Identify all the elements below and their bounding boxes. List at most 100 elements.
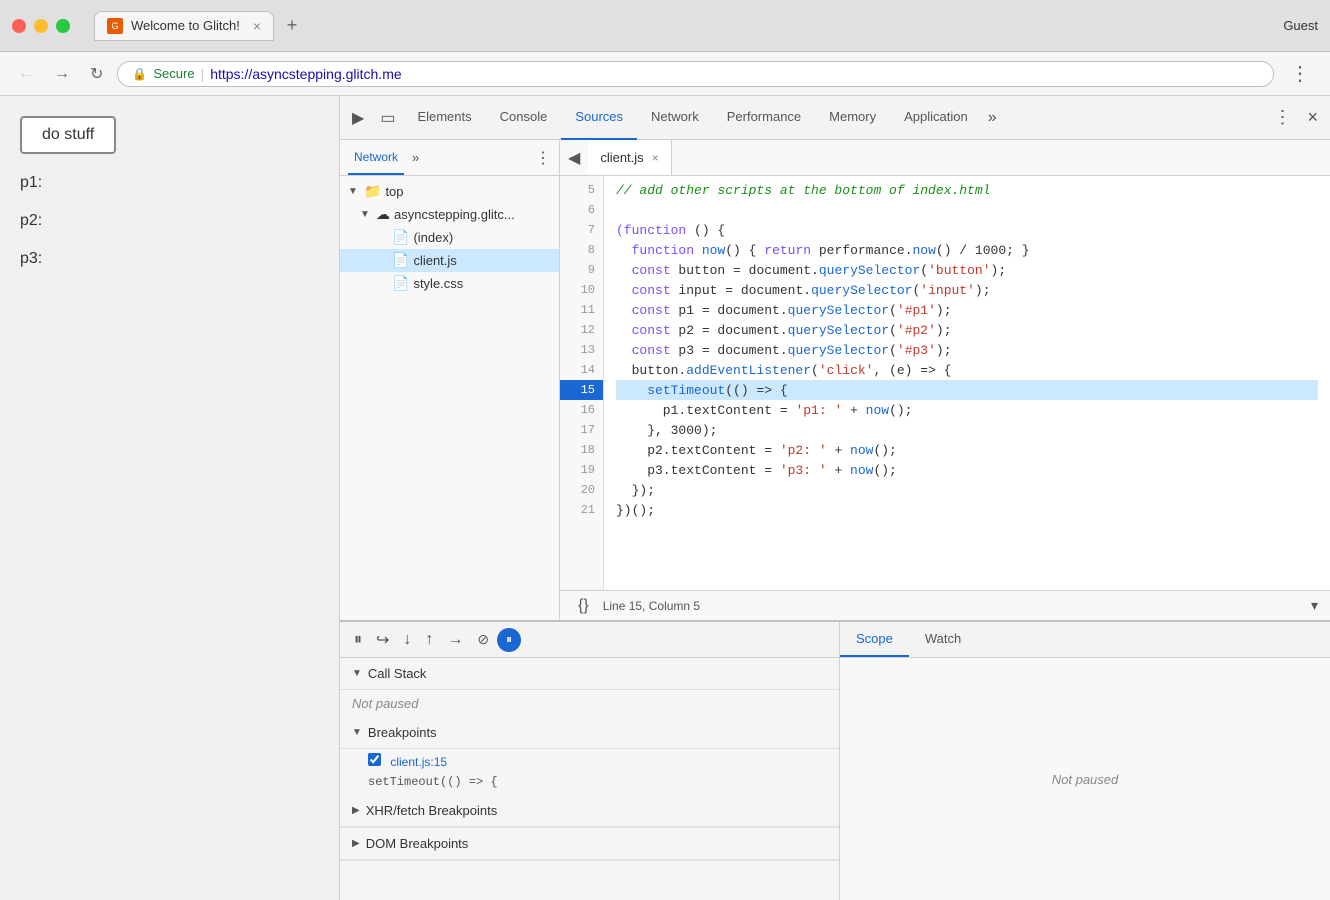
minimize-traffic-light[interactable] — [34, 19, 48, 33]
close-traffic-light[interactable] — [12, 19, 26, 33]
code-line-6 — [616, 200, 1318, 220]
titlebar: G Welcome to Glitch! × + Guest — [0, 0, 1330, 52]
code-line-12: const p2 = document.querySelector('#p2')… — [616, 320, 1318, 340]
step-over-button[interactable]: ↪ — [370, 626, 395, 654]
debug-controls: ⏸ ↪ ↓ ↑ → ⊘ ⏸ ▼ Call Stack Not paused — [340, 622, 840, 900]
code-line-17: }, 3000); — [616, 420, 1318, 440]
tab-title: Welcome to Glitch! — [131, 18, 240, 33]
tab-elements[interactable]: Elements — [403, 96, 485, 140]
p2-label: p2: — [20, 212, 319, 230]
back-button[interactable]: ← — [12, 61, 40, 87]
breakpoint-file: client.js:15 — [390, 755, 447, 769]
breakpoints-header[interactable]: ▼ Breakpoints — [340, 717, 839, 749]
ln-6: 6 — [560, 200, 603, 220]
ln-8: 8 — [560, 240, 603, 260]
step-out-button[interactable]: ↑ — [419, 627, 439, 653]
format-button[interactable]: {} — [572, 595, 595, 617]
call-stack-arrow: ▼ — [352, 668, 362, 679]
address-bar[interactable]: 🔒 Secure | https://asyncstepping.glitch.… — [117, 61, 1274, 87]
tree-item-stylecss[interactable]: ▶ 📄 style.css — [340, 272, 559, 295]
call-stack-label: Call Stack — [368, 666, 427, 681]
dom-breakpoints-label: DOM Breakpoints — [366, 836, 469, 851]
pause-on-exceptions-button[interactable]: ⏸ — [497, 628, 521, 652]
ln-11: 11 — [560, 300, 603, 320]
browser-tab[interactable]: G Welcome to Glitch! × — [94, 11, 274, 41]
tab-memory[interactable]: Memory — [815, 96, 890, 140]
file-tree-options-button[interactable]: ⋮ — [535, 148, 551, 168]
tab-application[interactable]: Application — [890, 96, 982, 140]
xhr-breakpoints-header[interactable]: ▶ XHR/fetch Breakpoints — [340, 795, 839, 827]
tree-item-clientjs[interactable]: ▶ 📄 client.js — [340, 249, 559, 272]
code-line-7: (function () { — [616, 220, 1318, 240]
maximize-traffic-light[interactable] — [56, 19, 70, 33]
debug-panel: ⏸ ↪ ↓ ↑ → ⊘ ⏸ ▼ Call Stack Not paused — [340, 620, 1330, 900]
debug-toolbar: ⏸ ↪ ↓ ↑ → ⊘ ⏸ — [340, 622, 839, 658]
devtools-more-tabs-button[interactable]: » — [982, 96, 1003, 140]
forward-button[interactable]: → — [48, 61, 76, 87]
code-line-20: }); — [616, 480, 1318, 500]
code-line-8: function now() { return performance.now(… — [616, 240, 1318, 260]
xhr-arrow: ▶ — [352, 805, 360, 816]
pause-resume-button[interactable]: ⏸ — [348, 627, 368, 653]
do-stuff-button[interactable]: do stuff — [20, 116, 116, 154]
file-tree-network-tab[interactable]: Network — [348, 140, 404, 175]
code-tab-clientjs[interactable]: client.js × — [588, 140, 671, 175]
devtools-settings-button[interactable]: ⋮ — [1265, 101, 1299, 134]
tree-item-top[interactable]: ▼ 📁 top — [340, 180, 559, 203]
code-nav-back-button[interactable]: ◀ — [560, 142, 588, 174]
tree-item-index[interactable]: ▶ 📄 (index) — [340, 226, 559, 249]
file-tree-header: Network » ⋮ — [340, 140, 559, 176]
new-tab-button[interactable]: + — [278, 12, 306, 40]
tree-label-index: (index) — [413, 230, 453, 245]
tree-label-async: asyncstepping.glitc... — [394, 207, 515, 222]
ln-9: 9 — [560, 260, 603, 280]
devtools-device-icon[interactable]: ▭ — [372, 102, 403, 134]
ln-15: 15 — [560, 380, 603, 400]
step-into-button[interactable]: ↓ — [397, 627, 417, 653]
file-tree-panel: Network » ⋮ ▼ 📁 top ▼ ☁ asyncstepp — [340, 140, 560, 620]
code-line-16: p1.textContent = 'p1: ' + now(); — [616, 400, 1318, 420]
code-line-14: button.addEventListener('click', (e) => … — [616, 360, 1318, 380]
tab-performance[interactable]: Performance — [713, 96, 815, 140]
code-panel: ◀ client.js × 5 6 7 8 9 10 — [560, 140, 1330, 620]
browser-content: do stuff p1: p2: p3: — [0, 96, 340, 900]
deactivate-breakpoints-button[interactable]: ⊘ — [471, 627, 495, 652]
tab-console[interactable]: Console — [486, 96, 562, 140]
tab-network[interactable]: Network — [637, 96, 713, 140]
dom-breakpoints-header[interactable]: ▶ DOM Breakpoints — [340, 828, 839, 860]
ln-16: 16 — [560, 400, 603, 420]
reload-button[interactable]: ↻ — [84, 60, 109, 88]
tab-area: G Welcome to Glitch! × + — [94, 11, 306, 41]
favicon: G — [107, 18, 123, 34]
p3-label: p3: — [20, 250, 319, 268]
tree-item-asyncstepping[interactable]: ▼ ☁ asyncstepping.glitc... — [340, 203, 559, 226]
traffic-lights — [12, 19, 70, 33]
ln-12: 12 — [560, 320, 603, 340]
code-tab-close-icon[interactable]: × — [652, 151, 659, 165]
tab-sources[interactable]: Sources — [561, 96, 637, 140]
code-tabs: ◀ client.js × — [560, 140, 1330, 176]
code-editor[interactable]: 5 6 7 8 9 10 11 12 13 14 15 16 1 — [560, 176, 1330, 590]
code-line-11: const p1 = document.querySelector('#p1')… — [616, 300, 1318, 320]
xhr-breakpoints-label: XHR/fetch Breakpoints — [366, 803, 498, 818]
breakpoint-checkbox[interactable] — [368, 753, 381, 766]
cursor-position: Line 15, Column 5 — [603, 599, 1303, 613]
ln-18: 18 — [560, 440, 603, 460]
tab-close-icon[interactable]: × — [253, 18, 261, 34]
folder-icon: 📁 — [364, 183, 381, 200]
watch-tab[interactable]: Watch — [909, 622, 977, 657]
debug-sections: ▼ Call Stack Not paused ▼ Breakpoints cl… — [340, 658, 839, 900]
browser-menu-button[interactable]: ⋮ — [1282, 57, 1318, 90]
statusbar-dropdown-button[interactable]: ▾ — [1311, 597, 1318, 614]
devtools-close-button[interactable]: × — [1299, 101, 1326, 134]
file-gray-icon: 📄 — [392, 229, 409, 246]
url-separator: | — [201, 66, 205, 82]
step-button[interactable]: → — [441, 627, 469, 653]
scope-tab[interactable]: Scope — [840, 622, 909, 657]
tree-label-clientjs: client.js — [413, 253, 456, 268]
code-content[interactable]: // add other scripts at the bottom of in… — [604, 176, 1330, 590]
call-stack-header[interactable]: ▼ Call Stack — [340, 658, 839, 690]
dom-arrow: ▶ — [352, 838, 360, 849]
devtools-select-icon[interactable]: ▶ — [344, 102, 372, 134]
file-tree-more-button[interactable]: » — [412, 150, 419, 165]
